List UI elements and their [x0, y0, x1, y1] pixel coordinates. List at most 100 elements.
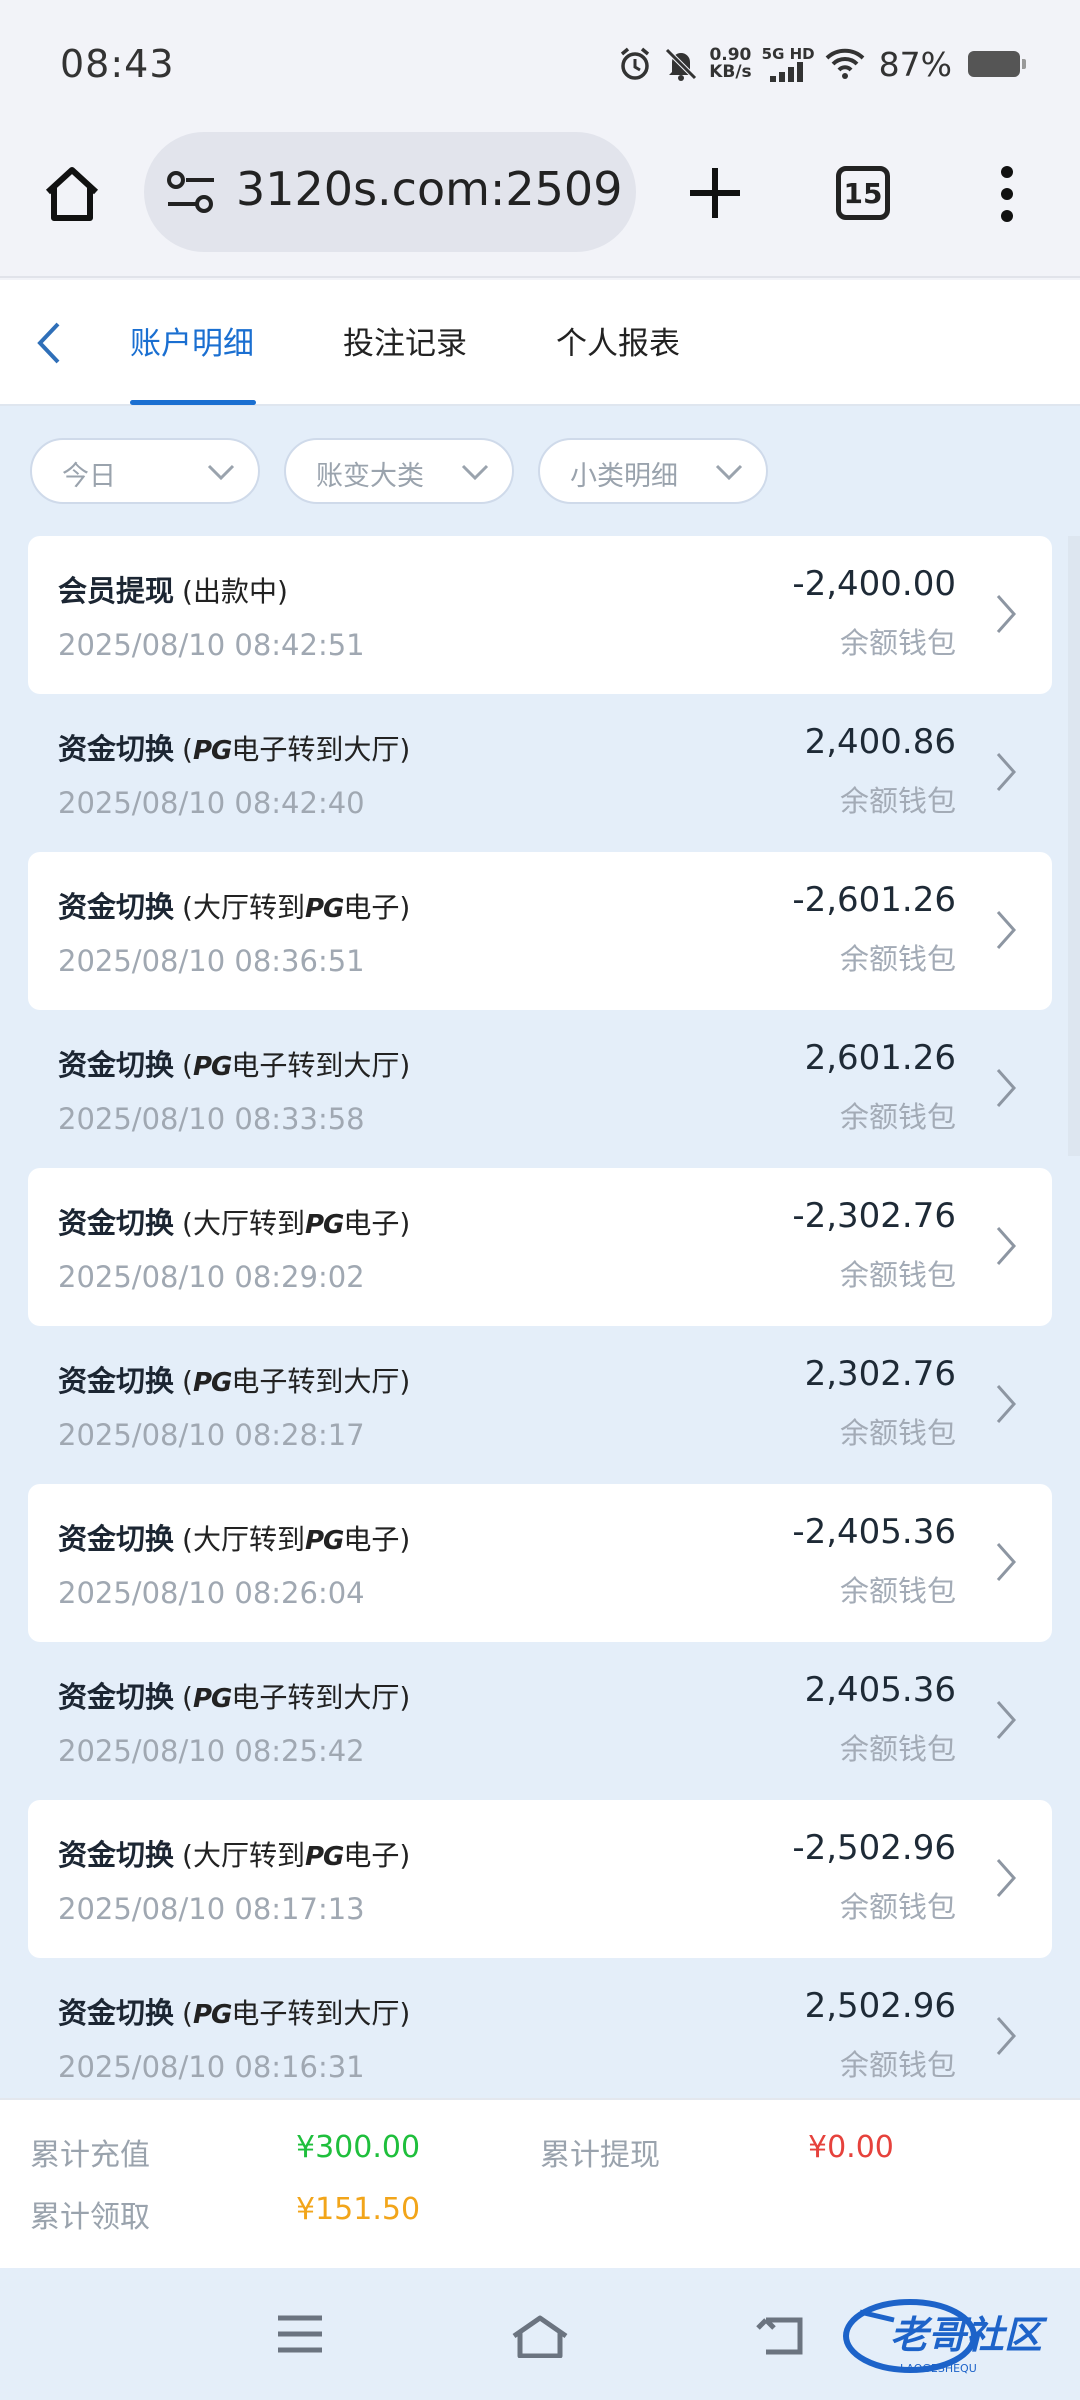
pg-logo: PG	[304, 1842, 344, 1872]
record-type: 资金切换	[58, 1206, 175, 1240]
record-amount: 2,400.86	[804, 722, 956, 762]
record-detail-pre: (	[182, 1365, 193, 1398]
status-time: 08:43	[60, 42, 175, 86]
net-speed: 0.90 KB/s	[709, 47, 751, 81]
record-detail-post: 电子转到大厅)	[231, 1681, 411, 1714]
home-icon[interactable]	[40, 162, 104, 226]
record-detail-pre: (出款中)	[182, 575, 288, 608]
mute-bell-icon	[665, 48, 697, 81]
records-panel: 今日 账变大类 小类明细 会员提现 (出款中) 2025/08/10 08:42:5…	[0, 406, 1080, 2098]
record-wallet: 余额钱包	[839, 1732, 956, 1766]
record-title: 资金切换 (大厅转到PG电子)	[58, 1832, 410, 1874]
record-amount: -2,502.96	[792, 1828, 956, 1868]
filter-category[interactable]: 账变大类	[284, 438, 514, 504]
pg-logo: PG	[192, 1052, 232, 1082]
pg-logo: PG	[304, 1210, 344, 1240]
record-wallet: 余额钱包	[839, 1574, 956, 1608]
chevron-right-icon	[996, 753, 1017, 791]
net-speed-unit: KB/s	[709, 62, 752, 82]
menu-icon[interactable]	[276, 2314, 324, 2354]
alarm-icon	[621, 47, 650, 80]
list-item[interactable]: 资金切换 (大厅转到PG电子) 2025/08/10 08:26:04 -2,405.…	[28, 1484, 1052, 1642]
record-detail-post: 电子转到大厅)	[231, 1049, 411, 1082]
home-nav-icon[interactable]	[510, 2314, 570, 2358]
address-bar[interactable]: 3120s.com:25094	[144, 132, 636, 252]
back-arrow-icon[interactable]	[30, 318, 70, 368]
record-title: 资金切换 (PG电子转到大厅)	[58, 1358, 410, 1400]
wifi-icon	[825, 48, 865, 79]
list-item[interactable]: 资金切换 (PG电子转到大厅) 2025/08/10 08:42:40 2,400.8…	[28, 694, 1052, 852]
record-wallet: 余额钱包	[839, 942, 956, 976]
record-wallet: 余额钱包	[839, 1258, 956, 1292]
record-detail: (出款中)	[182, 575, 288, 608]
record-detail: (大厅转到PG电子)	[182, 1207, 410, 1240]
scrollbar[interactable]	[1068, 536, 1080, 1156]
record-title: 资金切换 (PG电子转到大厅)	[58, 726, 410, 768]
record-wallet: 余额钱包	[839, 1890, 956, 1924]
filter-date-label: 今日	[62, 461, 116, 492]
back-nav-icon[interactable]	[754, 2314, 804, 2358]
record-time: 2025/08/10 08:42:40	[58, 786, 365, 820]
pg-logo: PG	[304, 1526, 344, 1556]
record-time: 2025/08/10 08:26:04	[58, 1576, 365, 1610]
record-detail: (PG电子转到大厅)	[182, 1049, 410, 1082]
status-icons: 0.90 KB/s 5G HD 87%	[617, 44, 1026, 84]
list-item[interactable]: 会员提现 (出款中) 2025/08/10 08:42:51 -2,400.00 余额钱…	[28, 536, 1052, 694]
record-type: 资金切换	[58, 732, 175, 766]
record-detail-post: 电子)	[343, 1523, 411, 1556]
list-item[interactable]: 资金切换 (大厅转到PG电子) 2025/08/10 08:17:13 -2,502.…	[28, 1800, 1052, 1958]
chevron-down-icon	[715, 464, 743, 481]
list-item[interactable]: 资金切换 (PG电子转到大厅) 2025/08/10 08:28:17 2,302.7…	[28, 1326, 1052, 1484]
record-title: 资金切换 (大厅转到PG电子)	[58, 1516, 410, 1558]
battery-percent: 87%	[878, 44, 952, 84]
record-detail-pre: (	[182, 733, 193, 766]
record-amount: -2,302.76	[792, 1196, 956, 1236]
record-detail: (大厅转到PG电子)	[182, 891, 410, 924]
browser-toolbar: 3120s.com:25094 15	[0, 130, 1080, 278]
record-detail-pre: (	[182, 1049, 193, 1082]
list-item[interactable]: 资金切换 (PG电子转到大厅) 2025/08/10 08:16:31 2,502.9…	[28, 1958, 1052, 2098]
status-bar: 08:43 0.90 KB/s 5G HD 87%	[0, 0, 1080, 130]
record-detail-pre: (	[182, 1997, 193, 2030]
list-item[interactable]: 资金切换 (大厅转到PG电子) 2025/08/10 08:29:02 -2,302.…	[28, 1168, 1052, 1326]
tab-switcher-button[interactable]: 15	[836, 166, 890, 220]
network-type: 5G HD	[761, 44, 815, 63]
record-amount: 2,405.36	[804, 1670, 956, 1710]
watermark-logo: 老哥社区 LAOGESHEQU	[843, 2299, 1048, 2375]
record-detail: (PG电子转到大厅)	[182, 1997, 410, 2030]
record-detail-post: 电子转到大厅)	[231, 1365, 411, 1398]
record-detail: (PG电子转到大厅)	[182, 733, 410, 766]
record-detail-pre: (大厅转到	[182, 1523, 305, 1556]
system-nav-bar: 老哥社区 LAOGESHEQU	[0, 2268, 1080, 2400]
chevron-right-icon	[996, 1385, 1017, 1423]
record-list: 会员提现 (出款中) 2025/08/10 08:42:51 -2,400.00 余额钱…	[28, 536, 1052, 2098]
list-item[interactable]: 资金切换 (PG电子转到大厅) 2025/08/10 08:33:58 2,601.2…	[28, 1010, 1052, 1168]
more-menu-icon[interactable]	[992, 164, 1022, 224]
withdraw-total-label: 累计提现	[540, 2138, 660, 2173]
watermark-subtext: LAOGESHEQU	[900, 2362, 977, 2375]
record-detail-post: 电子转到大厅)	[231, 733, 411, 766]
new-tab-icon[interactable]	[682, 160, 748, 226]
tab-account-details[interactable]: 账户明细	[130, 318, 254, 363]
record-time: 2025/08/10 08:16:31	[58, 2050, 365, 2084]
url-text[interactable]: 3120s.com:25094	[236, 162, 624, 216]
list-item[interactable]: 资金切换 (PG电子转到大厅) 2025/08/10 08:25:42 2,405.3…	[28, 1642, 1052, 1800]
record-type: 资金切换	[58, 1048, 175, 1082]
list-item[interactable]: 资金切换 (大厅转到PG电子) 2025/08/10 08:36:51 -2,601.…	[28, 852, 1052, 1010]
record-wallet: 余额钱包	[839, 1100, 956, 1134]
record-detail: (大厅转到PG电子)	[182, 1839, 410, 1872]
filter-date[interactable]: 今日	[30, 438, 260, 504]
record-detail-post: 电子)	[343, 1839, 411, 1872]
claim-total-value: ¥151.50	[296, 2192, 421, 2227]
chevron-right-icon	[996, 911, 1017, 949]
tab-personal-report[interactable]: 个人报表	[556, 318, 680, 363]
site-settings-icon[interactable]	[166, 170, 216, 214]
record-title: 资金切换 (大厅转到PG电子)	[58, 884, 410, 926]
tab-bet-records[interactable]: 投注记录	[343, 318, 467, 363]
battery-icon	[968, 51, 1026, 77]
recharge-total-value: ¥300.00	[296, 2130, 421, 2165]
record-wallet: 余额钱包	[839, 784, 956, 818]
chevron-right-icon	[996, 1227, 1017, 1265]
record-time: 2025/08/10 08:17:13	[58, 1892, 365, 1926]
filter-subcategory[interactable]: 小类明细	[538, 438, 768, 504]
